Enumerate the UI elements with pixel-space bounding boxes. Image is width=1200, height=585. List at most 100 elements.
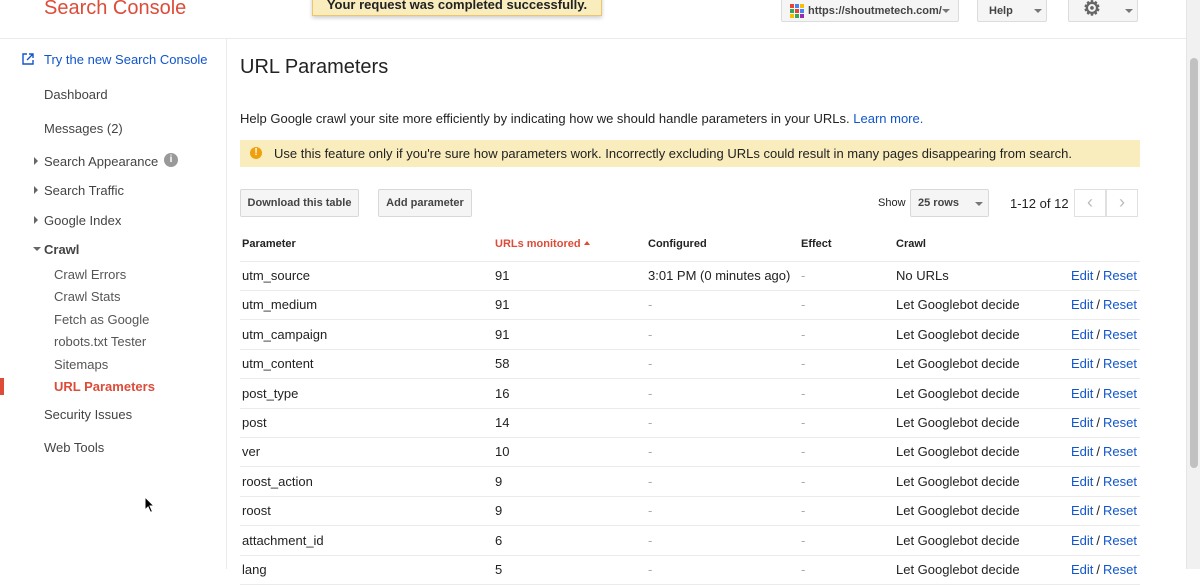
cell-configured: - — [648, 473, 653, 489]
reset-link[interactable]: Reset — [1103, 268, 1137, 283]
rows-per-page-select[interactable]: 25 rows — [910, 189, 989, 217]
header-crawl[interactable]: Crawl — [896, 238, 926, 250]
edit-link[interactable]: Edit — [1071, 444, 1093, 459]
prev-page-button[interactable]: ‹ — [1074, 189, 1106, 217]
header-effect[interactable]: Effect — [801, 238, 832, 250]
sidebar-item-web-tools[interactable]: Web Tools — [44, 440, 104, 455]
help-label: Help — [989, 5, 1013, 17]
sidebar-item-messages[interactable]: Messages (2) — [44, 121, 123, 136]
sidebar-item-google-index[interactable]: Google Index — [44, 213, 121, 228]
sidebar-subitem-url-parameters[interactable]: URL Parameters — [54, 379, 155, 394]
reset-link[interactable]: Reset — [1103, 327, 1137, 342]
cell-configured: - — [648, 297, 653, 313]
site-selector[interactable]: https://shoutmetech.com/ — [781, 0, 959, 22]
reset-link[interactable]: Reset — [1103, 297, 1137, 312]
expand-arrow-icon[interactable] — [34, 216, 38, 224]
warning-text: Use this feature only if you're sure how… — [274, 146, 1073, 161]
row-actions: Edit / Reset — [1071, 562, 1137, 577]
download-table-button[interactable]: Download this table — [240, 189, 359, 217]
cell-parameter: roost_action — [242, 473, 313, 489]
edit-link[interactable]: Edit — [1071, 356, 1093, 371]
reset-link[interactable]: Reset — [1103, 415, 1137, 430]
row-actions: Edit / Reset — [1071, 297, 1137, 312]
cell-urls-monitored: 91 — [495, 268, 510, 283]
cell-crawl: Let Googlebot decide — [896, 415, 1020, 430]
warning-icon: ! — [250, 147, 262, 159]
edit-link[interactable]: Edit — [1071, 268, 1093, 283]
cell-configured: - — [648, 385, 653, 401]
row-actions: Edit / Reset — [1071, 503, 1137, 518]
reset-link[interactable]: Reset — [1103, 386, 1137, 401]
row-actions: Edit / Reset — [1071, 327, 1137, 342]
warning-banner: ! Use this feature only if you're sure h… — [240, 140, 1140, 167]
scrollbar-thumb[interactable] — [1190, 58, 1198, 468]
cell-parameter: ver — [242, 444, 261, 460]
brand-logo[interactable]: Search Console — [44, 0, 186, 20]
help-button[interactable]: Help — [977, 0, 1047, 22]
edit-link[interactable]: Edit — [1071, 327, 1093, 342]
learn-more-link[interactable]: Learn more. — [853, 111, 923, 126]
action-separator: / — [1096, 562, 1101, 577]
edit-link[interactable]: Edit — [1071, 474, 1093, 489]
row-actions: Edit / Reset — [1071, 386, 1137, 401]
table-row: attachment_id 6 - - Let Googlebot decide Edit… — [240, 526, 1140, 556]
reset-link[interactable]: Reset — [1103, 533, 1137, 548]
row-actions: Edit / Reset — [1071, 444, 1137, 459]
cell-effect: - — [801, 473, 806, 489]
settings-button[interactable]: ⚙ — [1068, 0, 1138, 22]
header-urls-monitored-label: URLs monitored — [495, 238, 581, 250]
sidebar-subitem-fetch-as-google[interactable]: Fetch as Google — [54, 312, 149, 327]
reset-link[interactable]: Reset — [1103, 562, 1137, 577]
header-parameter[interactable]: Parameter — [242, 238, 296, 250]
cell-effect: - — [801, 444, 806, 460]
page-range: 1-12 of 12 — [1010, 196, 1069, 211]
reset-link[interactable]: Reset — [1103, 503, 1137, 518]
action-separator: / — [1096, 385, 1101, 401]
sidebar-item-security-issues[interactable]: Security Issues — [44, 407, 132, 422]
edit-link[interactable]: Edit — [1071, 415, 1093, 430]
sidebar-subitem-sitemaps[interactable]: Sitemaps — [54, 357, 108, 372]
sidebar-subitem-crawl-errors[interactable]: Crawl Errors — [54, 267, 126, 282]
chevron-down-icon — [975, 202, 983, 206]
cell-crawl: Let Googlebot decide — [896, 356, 1020, 372]
cell-crawl: Let Googlebot decide — [896, 503, 1020, 519]
reset-link[interactable]: Reset — [1103, 356, 1137, 371]
header-urls-monitored[interactable]: URLs monitored — [495, 238, 590, 250]
cell-urls-monitored: 58 — [495, 356, 510, 372]
cell-crawl: No URLs — [896, 268, 949, 283]
cell-configured: - — [648, 532, 653, 548]
edit-link[interactable]: Edit — [1071, 297, 1093, 312]
collapse-arrow-icon[interactable] — [33, 247, 41, 251]
row-actions: Edit / Reset — [1071, 474, 1137, 489]
expand-arrow-icon[interactable] — [34, 157, 38, 165]
intro-description: Help Google crawl your site more efficie… — [240, 111, 850, 126]
cell-parameter: utm_medium — [242, 297, 318, 313]
page-scrollbar[interactable] — [1186, 0, 1200, 569]
new-console-link[interactable]: Try the new Search Console — [44, 52, 208, 67]
sidebar-item-crawl[interactable]: Crawl — [44, 242, 79, 257]
cell-crawl: Let Googlebot decide — [896, 385, 1020, 401]
edit-link[interactable]: Edit — [1071, 562, 1093, 577]
reset-link[interactable]: Reset — [1103, 474, 1137, 489]
sidebar-subitem-crawl-stats[interactable]: Crawl Stats — [54, 289, 120, 304]
cell-urls-monitored: 5 — [495, 562, 503, 577]
edit-link[interactable]: Edit — [1071, 386, 1093, 401]
edit-link[interactable]: Edit — [1071, 533, 1093, 548]
expand-arrow-icon[interactable] — [34, 186, 38, 194]
top-header: Search Console Your request was complete… — [0, 0, 1186, 39]
sidebar-subitem-robots-tester[interactable]: robots.txt Tester — [54, 334, 146, 349]
info-icon[interactable]: i — [164, 153, 178, 167]
reset-link[interactable]: Reset — [1103, 444, 1137, 459]
sidebar-item-search-appearance[interactable]: Search Appearance — [44, 154, 158, 169]
cell-parameter: utm_source — [242, 268, 310, 283]
cell-parameter: post — [242, 415, 267, 430]
cell-configured: - — [648, 503, 653, 519]
header-configured[interactable]: Configured — [648, 238, 707, 250]
add-parameter-button[interactable]: Add parameter — [378, 189, 472, 217]
sidebar-item-search-traffic[interactable]: Search Traffic — [44, 183, 124, 198]
site-url: https://shoutmetech.com/ — [808, 5, 942, 17]
next-page-button[interactable]: › — [1106, 189, 1138, 217]
table-row: roost_action 9 - - Let Googlebot decide Edit /… — [240, 467, 1140, 497]
edit-link[interactable]: Edit — [1071, 503, 1093, 518]
sidebar-item-dashboard[interactable]: Dashboard — [44, 87, 108, 102]
